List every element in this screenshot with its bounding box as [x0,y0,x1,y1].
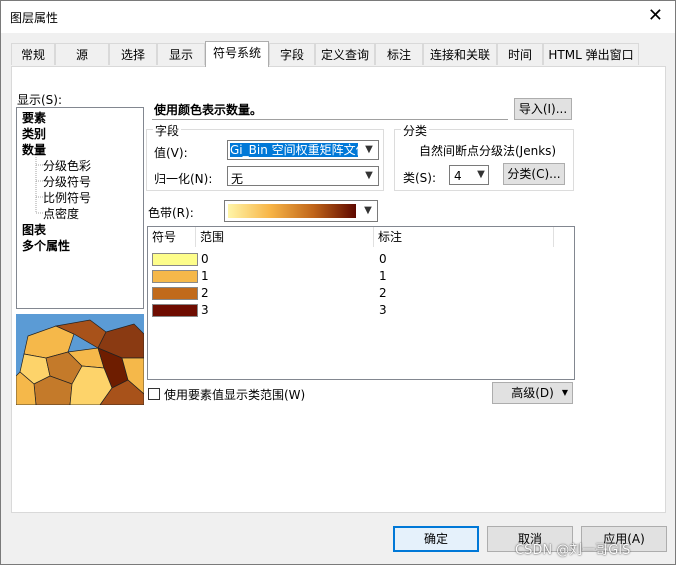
value-label: 值(V): [154,146,188,160]
tab-time[interactable]: 时间 [497,43,543,65]
tab-symbology[interactable]: 符号系统 [205,41,269,67]
normalization-value: 无 [231,172,244,186]
classes-label: 类(S): [403,171,437,185]
classification-group-label: 分类 [401,122,430,139]
label-cell[interactable]: 0 [379,252,387,266]
tab-general[interactable]: 常规 [11,43,55,65]
label-cell[interactable]: 3 [379,303,387,317]
tree-item-multiple-attributes[interactable]: 多个属性 [22,237,70,254]
advanced-button-label: 高级(D) [511,386,554,400]
renderer-preview-image [16,314,144,405]
tab-selection[interactable]: 选择 [109,43,157,65]
show-values-label: 使用要素值显示类范围(W) [164,388,306,402]
tree-item-dot-density[interactable]: 点密度 [43,205,79,222]
color-ramp-swatch [228,204,356,218]
tab-joins-relates[interactable]: 连接和关联 [423,43,497,65]
tab-display[interactable]: 显示 [157,43,205,65]
normalization-dropdown[interactable]: 无 ▼ [227,166,379,186]
tab-definition-query[interactable]: 定义查询 [315,43,375,65]
tree-connector-lines [35,157,43,214]
classes-value: 4 [454,169,462,183]
tree-item-graduated-symbols[interactable]: 分级符号 [43,173,91,190]
close-icon[interactable]: ✕ [648,6,663,26]
classes-dropdown[interactable]: 4 ▼ [449,165,489,185]
tree-item-categories[interactable]: 类别 [22,125,46,142]
range-cell[interactable]: 2 [201,286,209,300]
title-bar: 图层属性 ✕ [1,1,675,33]
symbology-panel: 显示(S): 要素 类别 数量 分级色彩 分级符号 比例符号 点密度 图表 多个… [11,66,666,513]
advanced-button[interactable]: 高级(D) ▼ [492,382,573,404]
show-values-checkbox[interactable] [148,388,160,400]
label-cell[interactable]: 2 [379,286,387,300]
watermark-text: CSDN @刘一哥GIS [515,543,631,558]
layer-properties-dialog: 图层属性 ✕ 常规 源 选择 显示 符号系统 字段 定义查询 标注 连接和关联 … [0,0,676,565]
tree-item-quantities[interactable]: 数量 [22,141,46,158]
column-header-range[interactable]: 范围 [196,227,374,247]
column-header-label[interactable]: 标注 [374,227,554,247]
normalization-label: 归一化(N): [154,172,213,186]
class-symbol-swatch[interactable] [152,253,198,266]
show-label: 显示(S): [17,93,63,107]
renderer-tree[interactable]: 要素 类别 数量 分级色彩 分级符号 比例符号 点密度 图表 多个属性 [16,107,144,309]
description-bar: 使用颜色表示数量。 [152,97,508,120]
chevron-down-icon: ▼ [477,169,485,180]
label-cell[interactable]: 1 [379,269,387,283]
tab-labels[interactable]: 标注 [375,43,423,65]
chevron-down-icon: ▼ [364,205,372,216]
range-cell[interactable]: 0 [201,252,209,266]
value-field-text: Gi_Bin 空间权重矩阵文件 [230,143,358,157]
fields-group-label: 字段 [153,122,182,139]
chevron-down-icon: ▼ [365,144,373,155]
color-ramp-label: 色带(R): [148,206,194,220]
chevron-down-icon: ▼ [561,388,568,397]
tree-item-features[interactable]: 要素 [22,109,46,126]
tab-fields[interactable]: 字段 [269,43,315,65]
tab-html-popup[interactable]: HTML 弹出窗口 [543,43,639,65]
class-symbol-swatch[interactable] [152,304,198,317]
range-cell[interactable]: 3 [201,303,209,317]
import-button[interactable]: 导入(I)... [514,98,572,120]
fields-group: 字段 值(V): Gi_Bin 空间权重矩阵文件 ▼ 归一化(N): 无 ▼ [146,122,384,191]
renderer-description: 使用颜色表示数量。 [154,103,263,117]
ok-button[interactable]: 确定 [393,526,479,552]
class-symbol-swatch[interactable] [152,270,198,283]
tree-item-charts[interactable]: 图表 [22,221,46,238]
classification-method: 自然间断点分级法(Jenks) [419,144,557,158]
color-ramp-dropdown[interactable]: ▼ [224,200,378,222]
tab-source[interactable]: 源 [55,43,109,65]
class-symbol-swatch[interactable] [152,287,198,300]
range-cell[interactable]: 1 [201,269,209,283]
value-field-dropdown[interactable]: Gi_Bin 空间权重矩阵文件 ▼ [227,140,379,160]
classification-group: 分类 自然间断点分级法(Jenks) 类(S): 4 ▼ 分类(C)... [394,122,574,191]
window-title: 图层属性 [10,11,59,25]
column-header-symbol[interactable]: 符号 [148,227,196,247]
classify-button[interactable]: 分类(C)... [503,163,565,185]
chevron-down-icon: ▼ [365,170,373,181]
class-table: 符号 范围 标注 0 0 1 1 2 2 3 3 [147,226,575,380]
tree-item-graduated-colors[interactable]: 分级色彩 [43,157,91,174]
tree-item-proportional-symbols[interactable]: 比例符号 [43,189,91,206]
